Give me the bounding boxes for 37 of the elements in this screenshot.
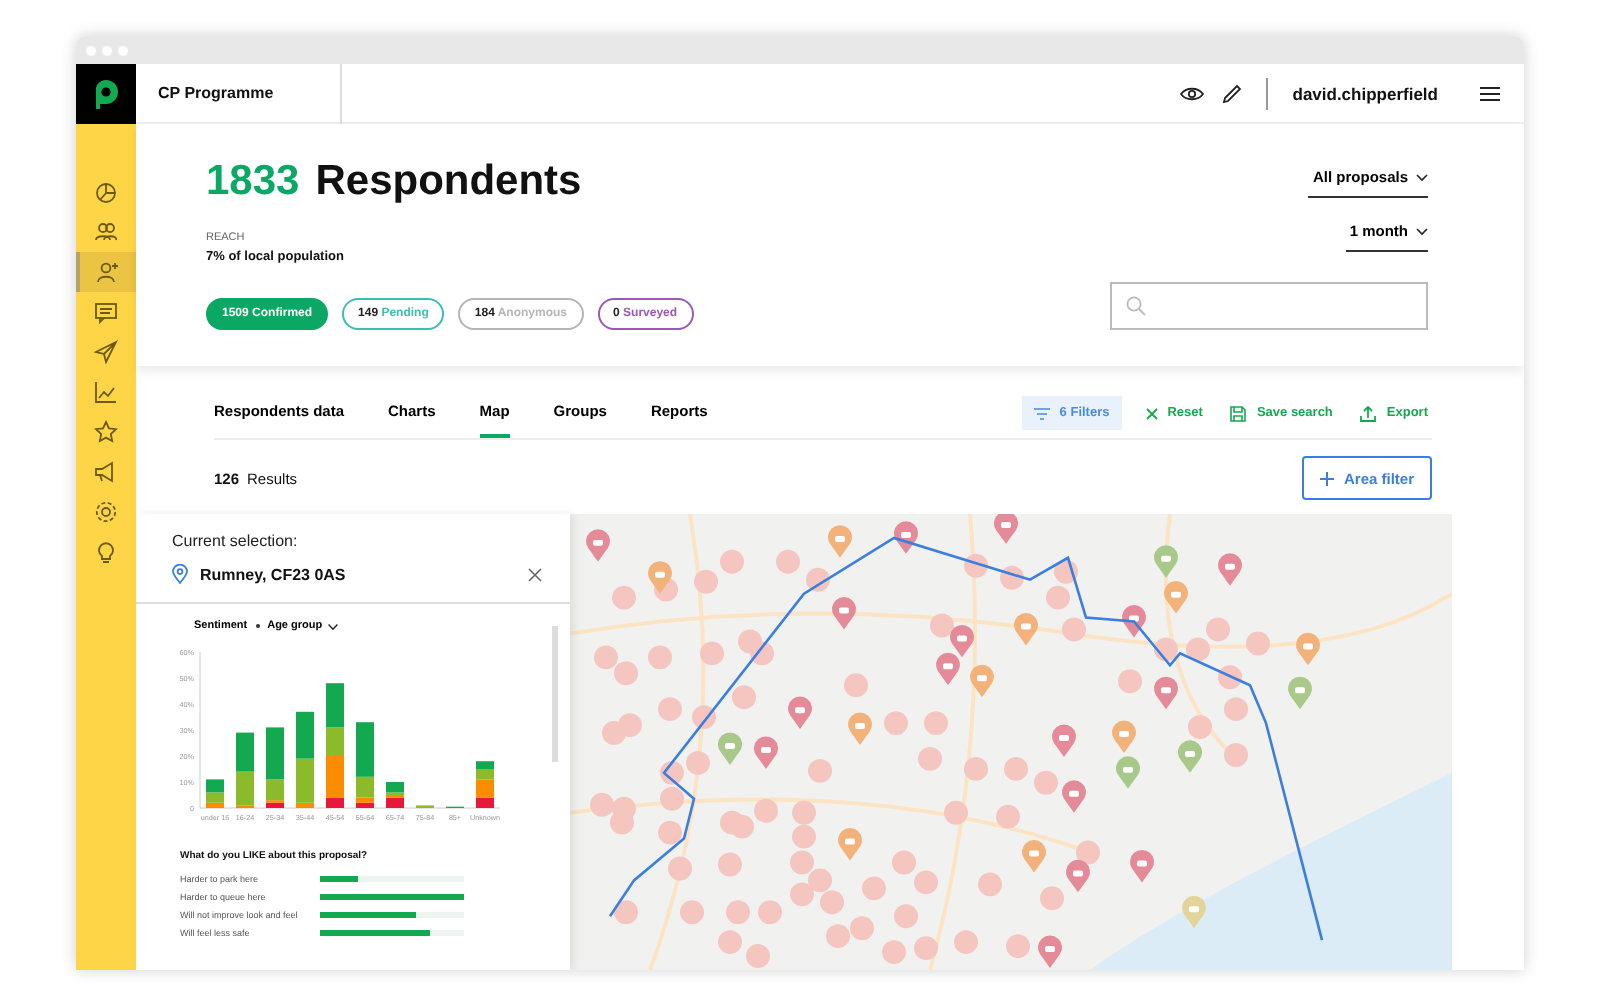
- username[interactable]: david.chipperfield: [1292, 83, 1438, 103]
- search-field[interactable]: [1110, 282, 1428, 330]
- menu-icon[interactable]: [1480, 85, 1500, 101]
- sidebar-item[interactable]: [76, 252, 136, 292]
- respondent-count: 1833: [206, 158, 300, 206]
- line-chart-icon: [94, 380, 118, 404]
- location-pin-icon: [172, 564, 188, 584]
- plus-icon: [1319, 471, 1334, 485]
- selection-heading: Current selection:: [172, 532, 300, 550]
- caret-icon: [1416, 227, 1428, 235]
- paper-plane-icon: [94, 340, 118, 364]
- pie-chart-icon: [94, 180, 118, 204]
- people-icon: [94, 220, 118, 244]
- upload-icon: [1360, 405, 1377, 421]
- filter-icon: [1033, 407, 1050, 419]
- caret-icon: [1416, 173, 1428, 181]
- search-icon: [1126, 296, 1146, 316]
- star-icon: [94, 420, 118, 444]
- lightbulb-icon: [94, 540, 118, 564]
- caret-icon: [328, 623, 339, 629]
- add-person-icon: [96, 260, 120, 284]
- scrollbar[interactable]: [552, 626, 558, 762]
- eye-icon[interactable]: [1180, 85, 1205, 101]
- logo-tile[interactable]: [76, 64, 136, 124]
- close-icon: [1145, 407, 1158, 419]
- settings-icon: [94, 500, 118, 524]
- separator-dot: [255, 624, 260, 628]
- page-title: Respondents: [315, 158, 582, 206]
- megaphone-icon: [94, 460, 118, 484]
- bar-segment: [236, 732, 254, 772]
- logo-icon: [92, 78, 120, 110]
- message-icon: [94, 300, 118, 324]
- bar-segment: [296, 711, 314, 759]
- pencil-icon[interactable]: [1222, 83, 1243, 103]
- selected-place: Rumney, CF23 0AS: [200, 565, 348, 583]
- close-icon[interactable]: [528, 567, 542, 581]
- app-title: CP Programme: [136, 63, 342, 123]
